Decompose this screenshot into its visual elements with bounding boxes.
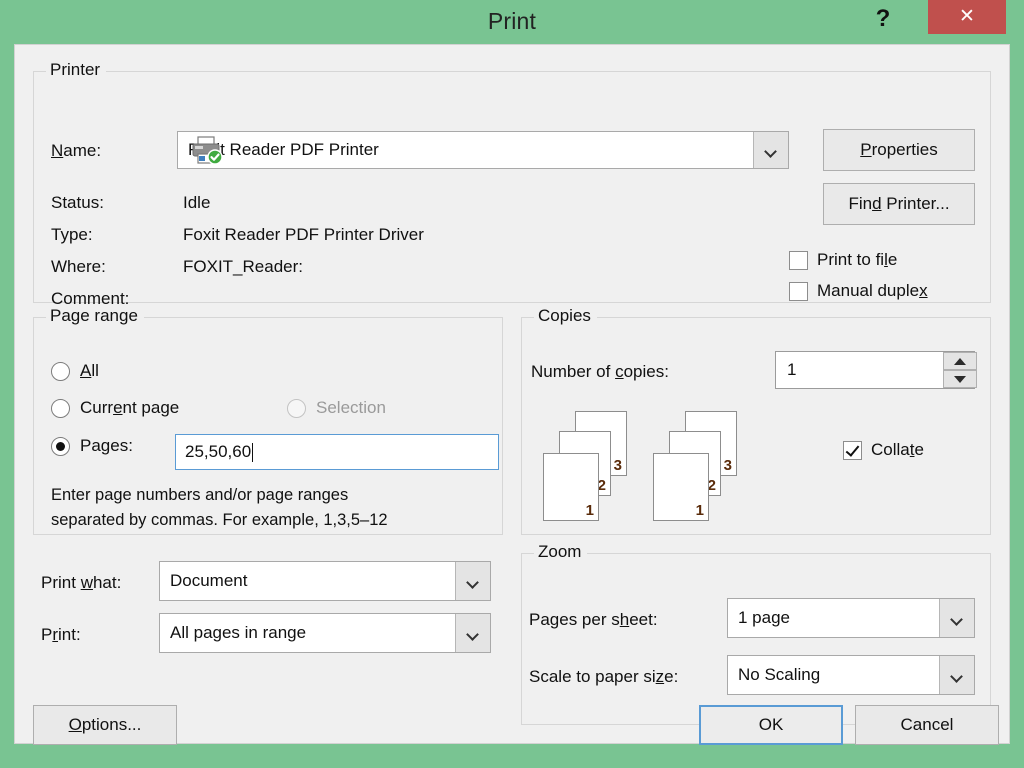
collate-illustration-stack-1: 3 2 1 [543, 411, 663, 521]
printer-status-value: Idle [183, 193, 211, 212]
print-what-value: Document [170, 571, 248, 590]
pages-per-sheet-combo[interactable]: 1 page [727, 598, 975, 638]
number-of-copies-value: 1 [787, 360, 797, 379]
dialog-body: Printer Name: Foxit Reader PDF Printer S [14, 44, 1010, 745]
printer-name-value: Foxit Reader PDF Printer [188, 140, 379, 159]
printer-type-label: Type: [51, 225, 93, 244]
radio-all-label: All [80, 361, 99, 380]
properties-button-label: Properties [860, 140, 938, 159]
options-button-label: Options... [68, 715, 142, 734]
printer-where-label: Where: [51, 257, 106, 276]
cancel-button[interactable]: Cancel [855, 705, 999, 745]
manual-duplex-checkbox-box [789, 281, 808, 301]
pages-per-sheet-label: Pages per sheet: [529, 610, 658, 629]
collate-sheet-1b: 1 [653, 453, 709, 521]
radio-all-dot [51, 361, 70, 381]
printer-name-combo[interactable]: Foxit Reader PDF Printer [177, 131, 789, 169]
print-value: All pages in range [170, 623, 307, 642]
collate-checkbox-box [843, 440, 862, 460]
pages-input[interactable]: 25,50,60 [175, 434, 499, 470]
title-bar: Print ? ✕ [0, 0, 1024, 48]
manual-duplex-checkbox[interactable]: Manual duplex [789, 281, 928, 301]
print-what-label: Print what: [41, 573, 122, 592]
copies-group-legend: Copies [534, 306, 597, 326]
printer-where-value: FOXIT_Reader: [183, 257, 303, 276]
page-range-hint-line2: separated by commas. For example, 1,3,5–… [51, 511, 388, 529]
scale-to-paper-size-value: No Scaling [738, 665, 821, 684]
copies-spinner[interactable] [943, 352, 977, 388]
collate-checkbox[interactable]: Collate [843, 440, 924, 460]
zoom-group: Zoom [521, 542, 991, 725]
radio-selection: Selection [287, 398, 386, 418]
ok-button[interactable]: OK [699, 705, 843, 745]
collate-sheet-1b-number: 1 [695, 502, 704, 519]
number-of-copies-label: Number of copies: [531, 362, 669, 381]
print-what-chevron-down-icon[interactable] [455, 562, 490, 600]
copies-spinner-down[interactable] [943, 370, 977, 388]
scale-to-paper-size-combo[interactable]: No Scaling [727, 655, 975, 695]
scale-to-paper-size-label: Scale to paper size: [529, 667, 679, 686]
radio-current-page[interactable]: Current page [51, 398, 179, 418]
page-range-hint-line1: Enter page numbers and/or page ranges [51, 486, 349, 504]
printer-status-label: Status: [51, 193, 104, 212]
pages-per-sheet-value: 1 page [738, 608, 790, 627]
collate-sheet-3b-number: 3 [723, 457, 732, 474]
find-printer-button-label: Find Printer... [848, 194, 950, 213]
manual-duplex-label: Manual duplex [817, 281, 928, 300]
print-what-combo[interactable]: Document [159, 561, 491, 601]
collate-illustration-stack-2: 3 2 1 [653, 411, 773, 521]
print-to-file-checkbox-box [789, 250, 808, 270]
radio-selection-label: Selection [316, 398, 386, 417]
radio-pages[interactable]: Pages: [51, 436, 133, 456]
pages-input-value: 25,50,60 [185, 442, 252, 461]
print-to-file-label: Print to file [817, 250, 898, 269]
scale-chevron-down-icon[interactable] [939, 656, 974, 694]
print-combo[interactable]: All pages in range [159, 613, 491, 653]
ok-button-label: OK [758, 715, 784, 734]
collate-sheet-3-number: 3 [613, 457, 622, 474]
printer-name-label: Name: [51, 141, 102, 160]
radio-current-page-dot [51, 398, 70, 418]
find-printer-button[interactable]: Find Printer... [823, 183, 975, 225]
close-icon[interactable]: ✕ [928, 0, 1006, 34]
collate-sheet-1-number: 1 [585, 502, 594, 519]
cancel-button-label: Cancel [900, 715, 954, 734]
properties-button[interactable]: Properties [823, 129, 975, 171]
radio-all[interactable]: All [51, 361, 99, 381]
printer-name-chevron-down-icon[interactable] [753, 132, 788, 168]
text-caret [252, 442, 254, 462]
copies-spinner-up[interactable] [943, 352, 977, 370]
print-dialog-window: Print ? ✕ Printer Name: Foxit Reader PDF… [0, 0, 1024, 768]
collate-label: Collate [871, 440, 924, 459]
options-button[interactable]: Options... [33, 705, 177, 745]
radio-pages-label: Pages: [80, 436, 133, 455]
radio-selection-dot [287, 398, 306, 418]
printer-group-legend: Printer [46, 60, 107, 80]
print-label: Print: [41, 625, 81, 644]
radio-pages-dot [51, 436, 70, 456]
zoom-group-legend: Zoom [534, 542, 588, 562]
pages-per-sheet-chevron-down-icon[interactable] [939, 599, 974, 637]
print-to-file-checkbox[interactable]: Print to file [789, 250, 897, 270]
page-range-group-legend: Page range [46, 306, 144, 326]
collate-sheet-1: 1 [543, 453, 599, 521]
print-chevron-down-icon[interactable] [455, 614, 490, 652]
printer-default-icon [190, 135, 224, 165]
help-icon[interactable]: ? [870, 4, 896, 36]
radio-current-page-label: Current page [80, 398, 180, 417]
printer-type-value: Foxit Reader PDF Printer Driver [183, 225, 424, 244]
